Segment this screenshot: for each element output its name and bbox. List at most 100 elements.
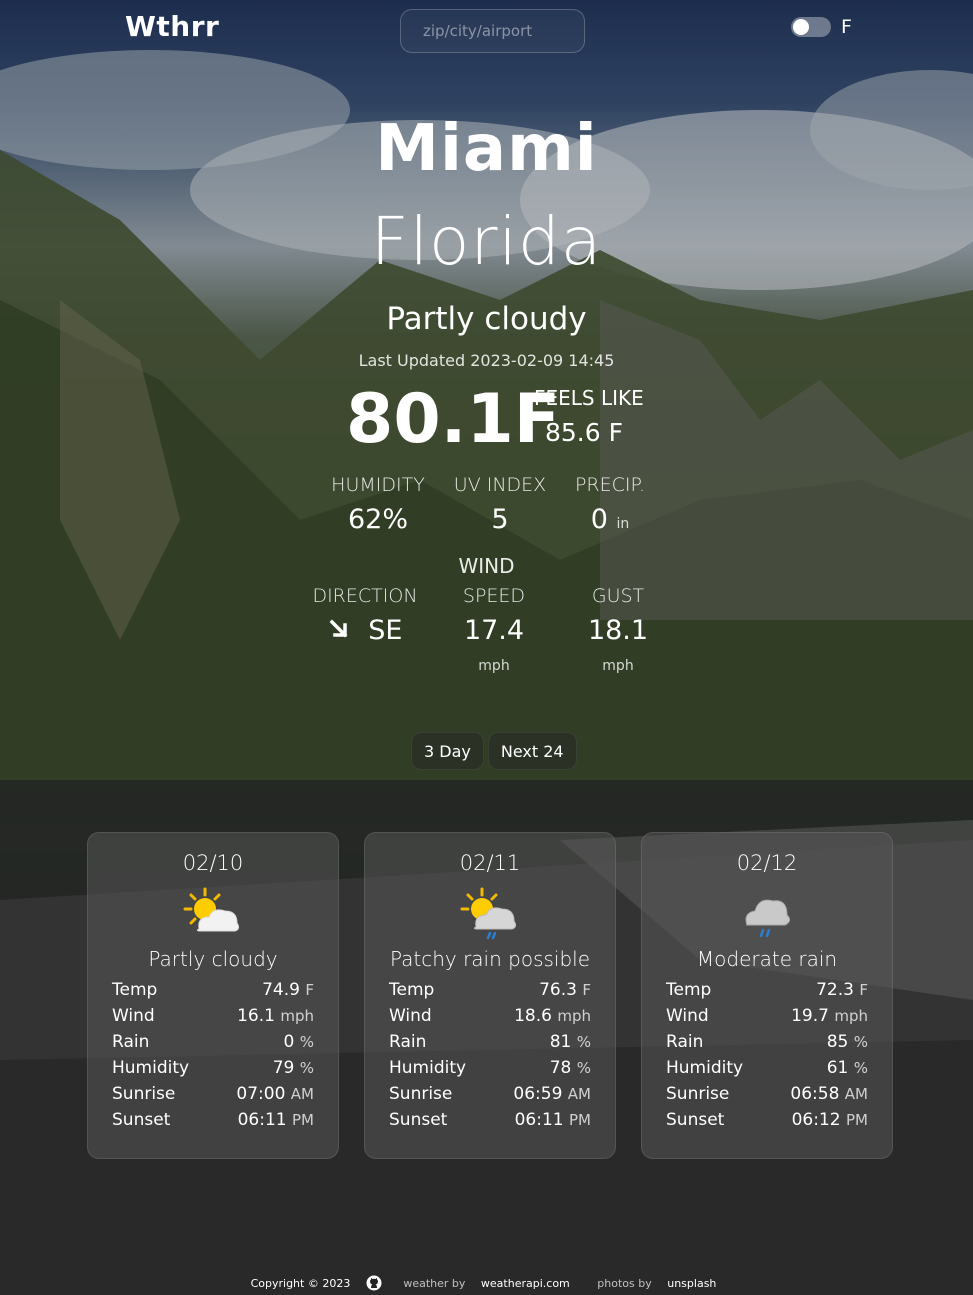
sunrise-unit: AM bbox=[567, 1085, 591, 1103]
weather-by-label: weather by bbox=[403, 1277, 466, 1290]
wind-value: 18.6 bbox=[514, 1006, 552, 1026]
weatherapi-link[interactable]: weatherapi.com bbox=[481, 1277, 570, 1290]
row-label: Temp bbox=[666, 980, 712, 1000]
row-label: Rain bbox=[389, 1032, 427, 1052]
forecast-row-rain: Rain 81 % bbox=[389, 1029, 591, 1055]
region-name: Florida bbox=[370, 203, 603, 280]
sunset-unit: PM bbox=[292, 1111, 314, 1129]
sunrise-value: 06:58 bbox=[790, 1084, 840, 1104]
last-updated: Last Updated 2023-02-09 14:45 bbox=[358, 351, 615, 370]
tab-next-24[interactable]: Next 24 bbox=[487, 732, 577, 770]
wind-title: WIND bbox=[458, 554, 515, 578]
humidity-unit: % bbox=[299, 1059, 314, 1077]
sun-rain-cloud-icon bbox=[458, 885, 522, 941]
arrow-down-right-icon bbox=[328, 615, 359, 646]
row-label: Rain bbox=[666, 1032, 704, 1052]
sunrise-value: 06:59 bbox=[513, 1084, 563, 1104]
forecast-row-rain: Rain 85 % bbox=[666, 1029, 868, 1055]
wind-direction-label: DIRECTION bbox=[312, 585, 418, 607]
forecast-condition: Moderate rain bbox=[696, 947, 838, 971]
rain-value: 85 bbox=[826, 1032, 849, 1052]
sunset-unit: PM bbox=[569, 1111, 591, 1129]
wind-gust-stat: GUST 18.1 mph bbox=[568, 585, 668, 677]
forecast-date: 02/10 bbox=[182, 851, 244, 875]
forecast-row-sunset: Sunset 06:12 PM bbox=[666, 1107, 868, 1133]
wind-gust-unit: mph bbox=[602, 658, 634, 674]
temp-unit: F bbox=[859, 981, 868, 999]
wind-unit: mph bbox=[280, 1007, 314, 1025]
row-label: Wind bbox=[666, 1006, 709, 1026]
row-label: Wind bbox=[389, 1006, 432, 1026]
feels-like-value: 85.6 F bbox=[545, 418, 623, 447]
forecast-tabs: 3 Day Next 24 bbox=[411, 732, 577, 770]
tab-3-day[interactable]: 3 Day bbox=[411, 732, 484, 770]
wind-speed-label: SPEED bbox=[462, 585, 526, 607]
forecast-row-sunset: Sunset 06:11 PM bbox=[112, 1107, 314, 1133]
temp-value: 72.3 bbox=[816, 980, 854, 1000]
forecast-row-wind: Wind 16.1 mph bbox=[112, 1003, 314, 1029]
city-name: Miami bbox=[375, 112, 598, 186]
row-label: Sunrise bbox=[666, 1084, 730, 1104]
sunset-value: 06:12 bbox=[791, 1110, 841, 1130]
feels-like-label: FEELS LIKE bbox=[534, 386, 644, 410]
row-label: Humidity bbox=[389, 1058, 467, 1078]
forecast-row-sunrise: Sunrise 07:00 AM bbox=[112, 1081, 314, 1107]
unsplash-link[interactable]: unsplash bbox=[667, 1277, 716, 1290]
wind-gust-value: 18.1 bbox=[587, 615, 649, 646]
temp-unit: F bbox=[582, 981, 591, 999]
current-temperature: 80.1F bbox=[346, 380, 561, 459]
forecast-row-sunrise: Sunrise 06:59 AM bbox=[389, 1081, 591, 1107]
forecast-row-sunset: Sunset 06:11 PM bbox=[389, 1107, 591, 1133]
temp-value: 74.9 bbox=[262, 980, 300, 1000]
precip-value-row: 0 in bbox=[570, 504, 650, 535]
forecast-row-humidity: Humidity 78 % bbox=[389, 1055, 591, 1081]
forecast-card: 02/10 Partly cloudy Temp 74.9 F Wind 16.… bbox=[87, 832, 339, 1159]
wind-unit: mph bbox=[834, 1007, 868, 1025]
humidity-stat: HUMIDITY 62% bbox=[330, 474, 426, 535]
row-label: Sunset bbox=[666, 1110, 725, 1130]
humidity-value: 79 bbox=[272, 1058, 295, 1078]
current-condition: Partly cloudy bbox=[386, 301, 587, 337]
humidity-value: 61 bbox=[826, 1058, 849, 1078]
forecast-cards: 02/10 Partly cloudy Temp 74.9 F Wind 16.… bbox=[87, 832, 893, 1159]
wind-gust-label: GUST bbox=[591, 585, 645, 607]
temp-unit: F bbox=[305, 981, 314, 999]
forecast-date: 02/11 bbox=[459, 851, 521, 875]
row-label: Sunrise bbox=[389, 1084, 453, 1104]
rain-unit: % bbox=[576, 1033, 591, 1051]
sunrise-value: 07:00 bbox=[236, 1084, 286, 1104]
forecast-condition: Partly cloudy bbox=[148, 947, 278, 971]
rain-value: 0 bbox=[283, 1032, 295, 1052]
rain-value: 81 bbox=[549, 1032, 572, 1052]
wind-gust-row: 18.1 mph bbox=[568, 615, 668, 677]
wind-speed-value: 17.4 bbox=[463, 615, 525, 646]
wind-value: 16.1 bbox=[237, 1006, 275, 1026]
humidity-unit: % bbox=[853, 1059, 868, 1077]
sunrise-unit: AM bbox=[844, 1085, 868, 1103]
unit-toggle[interactable] bbox=[791, 17, 831, 37]
brand-logo[interactable]: Wthrr bbox=[125, 10, 219, 43]
github-icon[interactable] bbox=[366, 1275, 386, 1291]
row-label: Sunrise bbox=[112, 1084, 176, 1104]
wind-speed-unit: mph bbox=[478, 658, 510, 674]
uv-index-label: UV INDEX bbox=[453, 474, 547, 496]
search-input[interactable] bbox=[400, 9, 585, 53]
precip-label: PRECIP. bbox=[574, 474, 646, 496]
rain-unit: % bbox=[853, 1033, 868, 1051]
forecast-date: 02/12 bbox=[736, 851, 798, 875]
precip-stat: PRECIP. 0 in bbox=[570, 474, 650, 535]
partly-cloudy-icon bbox=[181, 885, 245, 941]
rain-cloud-icon bbox=[735, 885, 799, 941]
forecast-row-temp: Temp 76.3 F bbox=[389, 977, 591, 1003]
forecast-row-sunrise: Sunrise 06:58 AM bbox=[666, 1081, 868, 1107]
wind-speed-row: 17.4 mph bbox=[444, 615, 544, 677]
uv-index-value: 5 bbox=[491, 504, 509, 535]
humidity-value: 62% bbox=[347, 504, 408, 535]
sunset-value: 06:11 bbox=[514, 1110, 564, 1130]
forecast-details: Temp 76.3 F Wind 18.6 mph Rain 81 % Humi… bbox=[389, 977, 591, 1133]
humidity-unit: % bbox=[576, 1059, 591, 1077]
sunset-value: 06:11 bbox=[237, 1110, 287, 1130]
forecast-row-humidity: Humidity 79 % bbox=[112, 1055, 314, 1081]
forecast-row-temp: Temp 72.3 F bbox=[666, 977, 868, 1003]
wind-direction-row: SE bbox=[312, 615, 418, 646]
